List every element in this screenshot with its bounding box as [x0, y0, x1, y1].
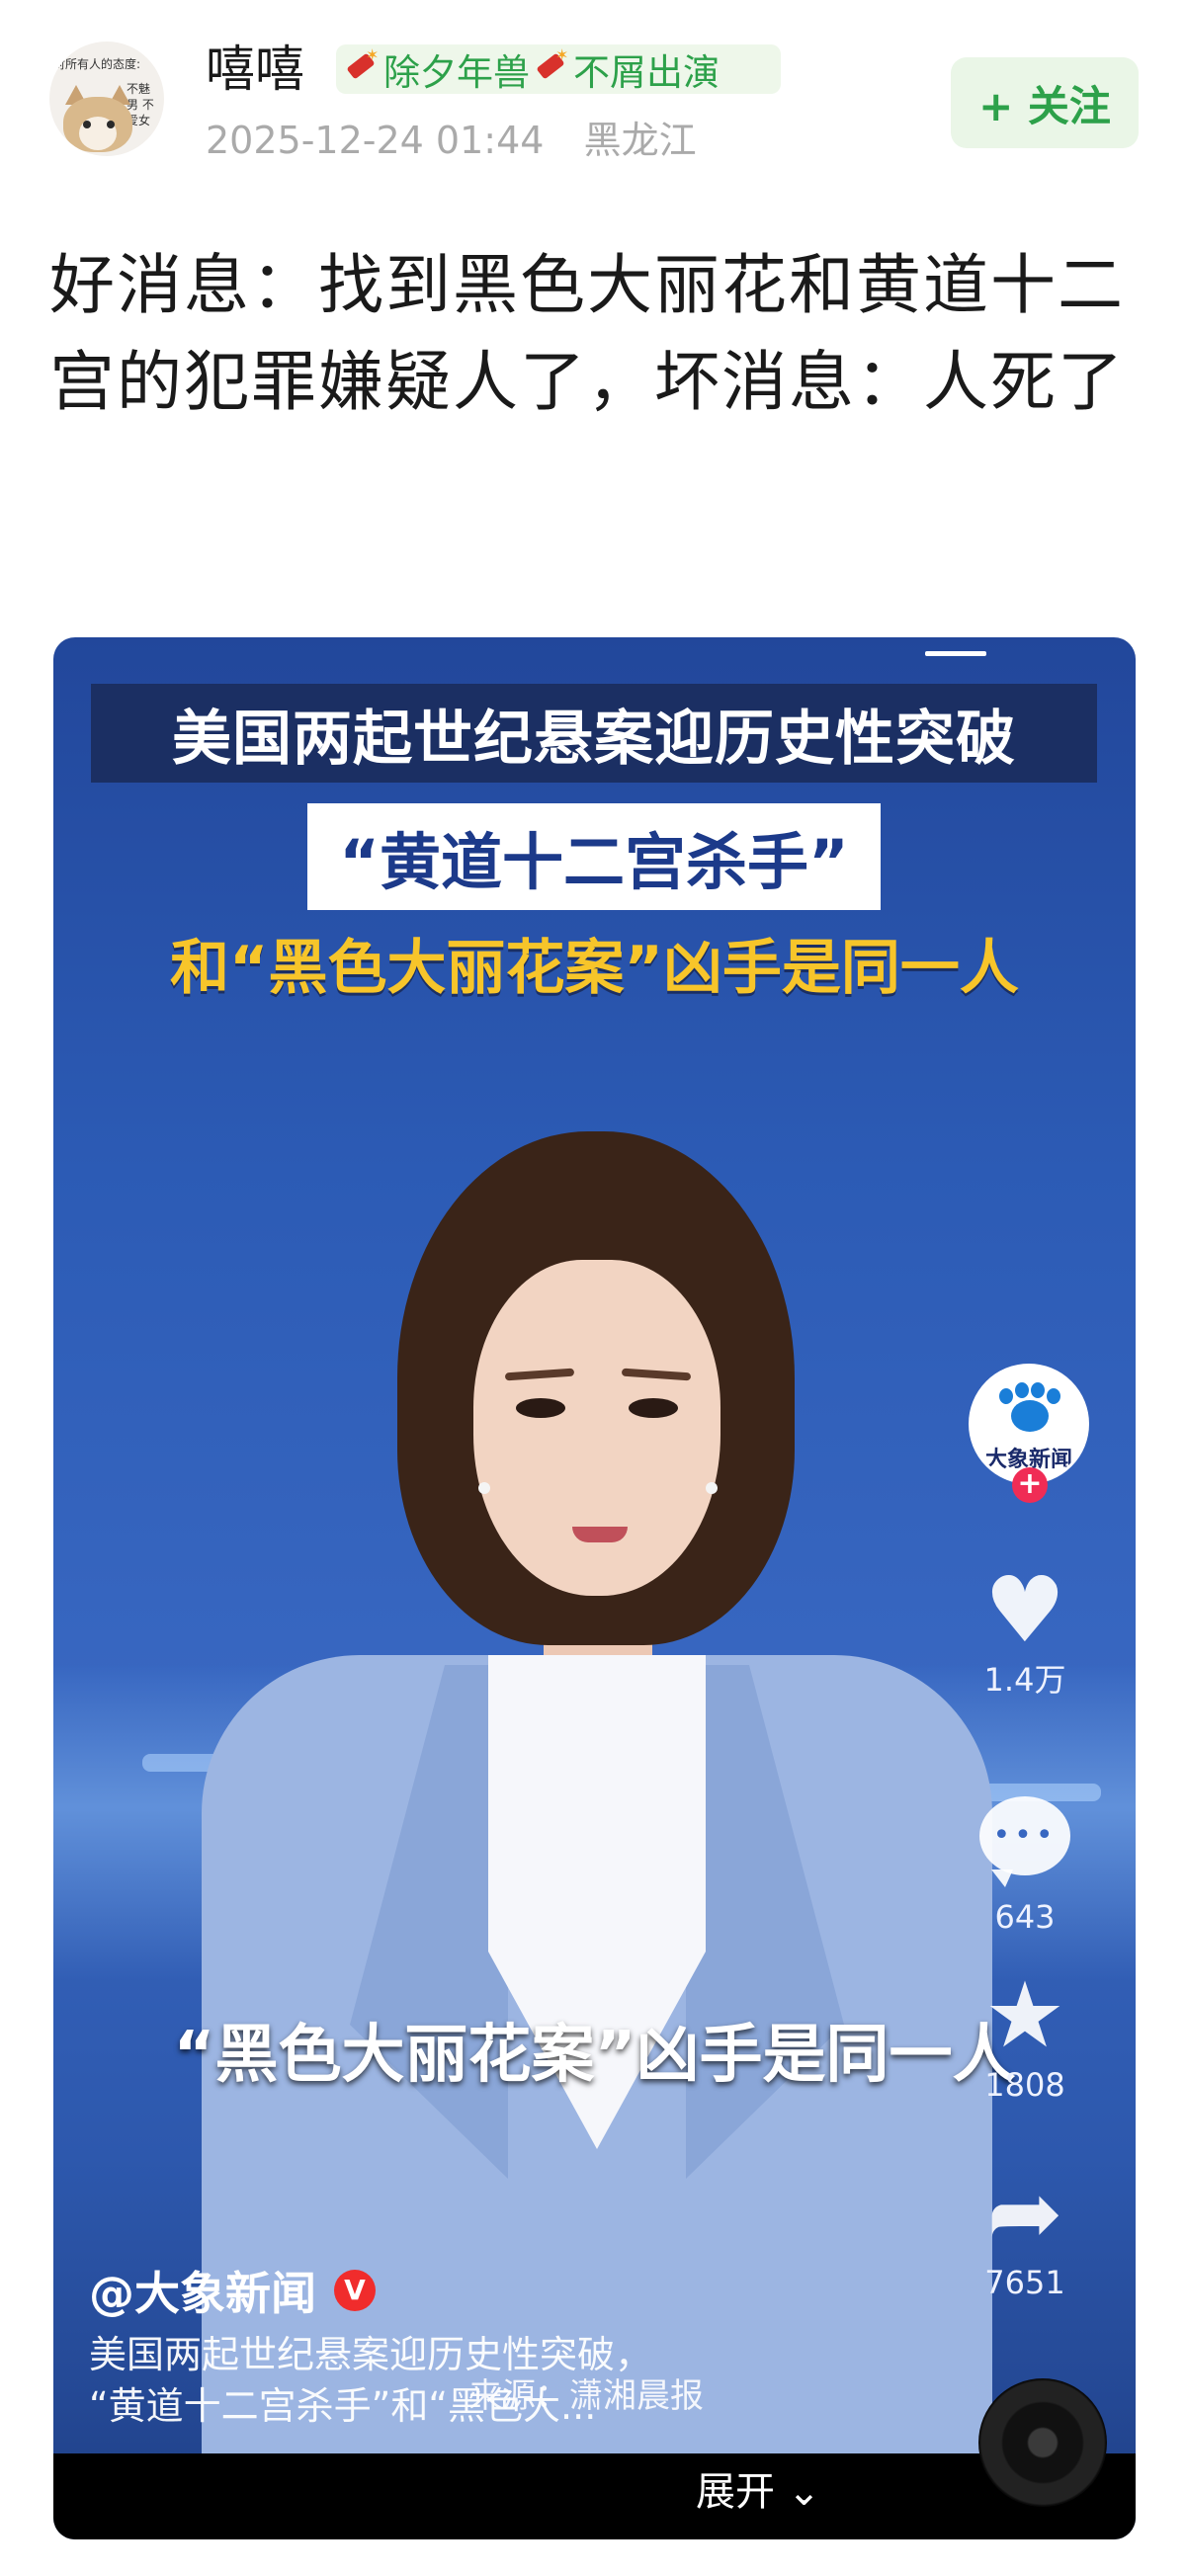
- anchor-mouth: [572, 1527, 628, 1542]
- anchor-earring: [478, 1482, 490, 1494]
- favorite-count: 1808: [984, 2066, 1065, 2104]
- post-headline: 好消息：找到黑色大丽花和黄道十二宫的犯罪嫌疑人了，坏消息：人死了: [49, 247, 1125, 420]
- firecracker-icon: [342, 45, 381, 89]
- video-author[interactable]: @大象新闻 V: [89, 2258, 376, 2323]
- follow-button[interactable]: + 关注: [951, 57, 1139, 148]
- paw-logo-icon: [997, 1378, 1060, 1436]
- avatar-caption-top: 对所有人的态度:: [53, 57, 141, 71]
- like-button[interactable]: ♥ 1.4万: [961, 1561, 1089, 1700]
- video-source-credit: 来源：潇湘晨报: [468, 2376, 704, 2416]
- share-button[interactable]: ➦ 7651: [961, 2164, 1089, 2302]
- video-description-line: 美国两起世纪悬案迎历史性突破，: [89, 2333, 653, 2376]
- anchor-eye: [516, 1398, 565, 1418]
- post-datetime: 2025-12-24 01:44: [206, 119, 545, 162]
- anchor-eye: [629, 1398, 678, 1418]
- video-author-name[interactable]: @大象新闻: [89, 2258, 316, 2323]
- expand-button[interactable]: 展开 ⌄: [696, 2457, 820, 2527]
- post-meta: 2025-12-24 01:44 黑龙江: [206, 117, 697, 164]
- favorite-button[interactable]: ★ 1808: [961, 1966, 1089, 2105]
- star-icon: ★: [983, 1962, 1066, 2068]
- chevron-down-icon: ⌄: [787, 2469, 821, 2515]
- firecracker-icon: [532, 45, 571, 89]
- video-description: 美国两起世纪悬案迎历史性突破， “黄道十二宫杀手”和“黑色大...: [89, 2329, 840, 2432]
- video-description-line: “黄道十二宫杀手”和“黑色大...: [89, 2384, 597, 2428]
- share-icon: ➦: [986, 2160, 1063, 2266]
- anchor-face: [473, 1260, 720, 1596]
- channel-follow-plus-button[interactable]: +: [1012, 1467, 1048, 1503]
- music-disc-icon[interactable]: [978, 2378, 1107, 2507]
- comment-count: 643: [994, 1898, 1056, 1936]
- cat-eye-right: [107, 121, 115, 128]
- verified-badge-icon: V: [334, 2270, 376, 2311]
- anchor-earring: [706, 1482, 718, 1494]
- comment-icon: •••: [979, 1796, 1070, 1887]
- comment-button[interactable]: ••• 643: [961, 1788, 1089, 1937]
- tag-left-text: 除夕年兽: [383, 51, 530, 94]
- cat-eye-left: [83, 121, 91, 128]
- video-player[interactable]: 美国两起世纪悬案迎历史性突破 “黄道十二宫杀手” 和“黑色大丽花案”凶手是同一人…: [53, 637, 1136, 2539]
- post-location: 黑龙江: [583, 119, 697, 162]
- user-title-tag: 除夕年兽 不屑出演: [336, 44, 781, 94]
- username[interactable]: 嘻嘻: [206, 38, 304, 101]
- tag-right-text: 不屑出演: [573, 51, 720, 94]
- heart-icon: ♥: [983, 1557, 1066, 1663]
- user-avatar[interactable]: 对所有人的态度: 不魅男 不爱女: [49, 42, 164, 156]
- share-count: 7651: [984, 2264, 1065, 2301]
- like-count: 1.4万: [983, 1661, 1066, 1699]
- video-bottom-bar: [53, 2453, 1136, 2539]
- expand-label: 展开: [696, 2469, 775, 2515]
